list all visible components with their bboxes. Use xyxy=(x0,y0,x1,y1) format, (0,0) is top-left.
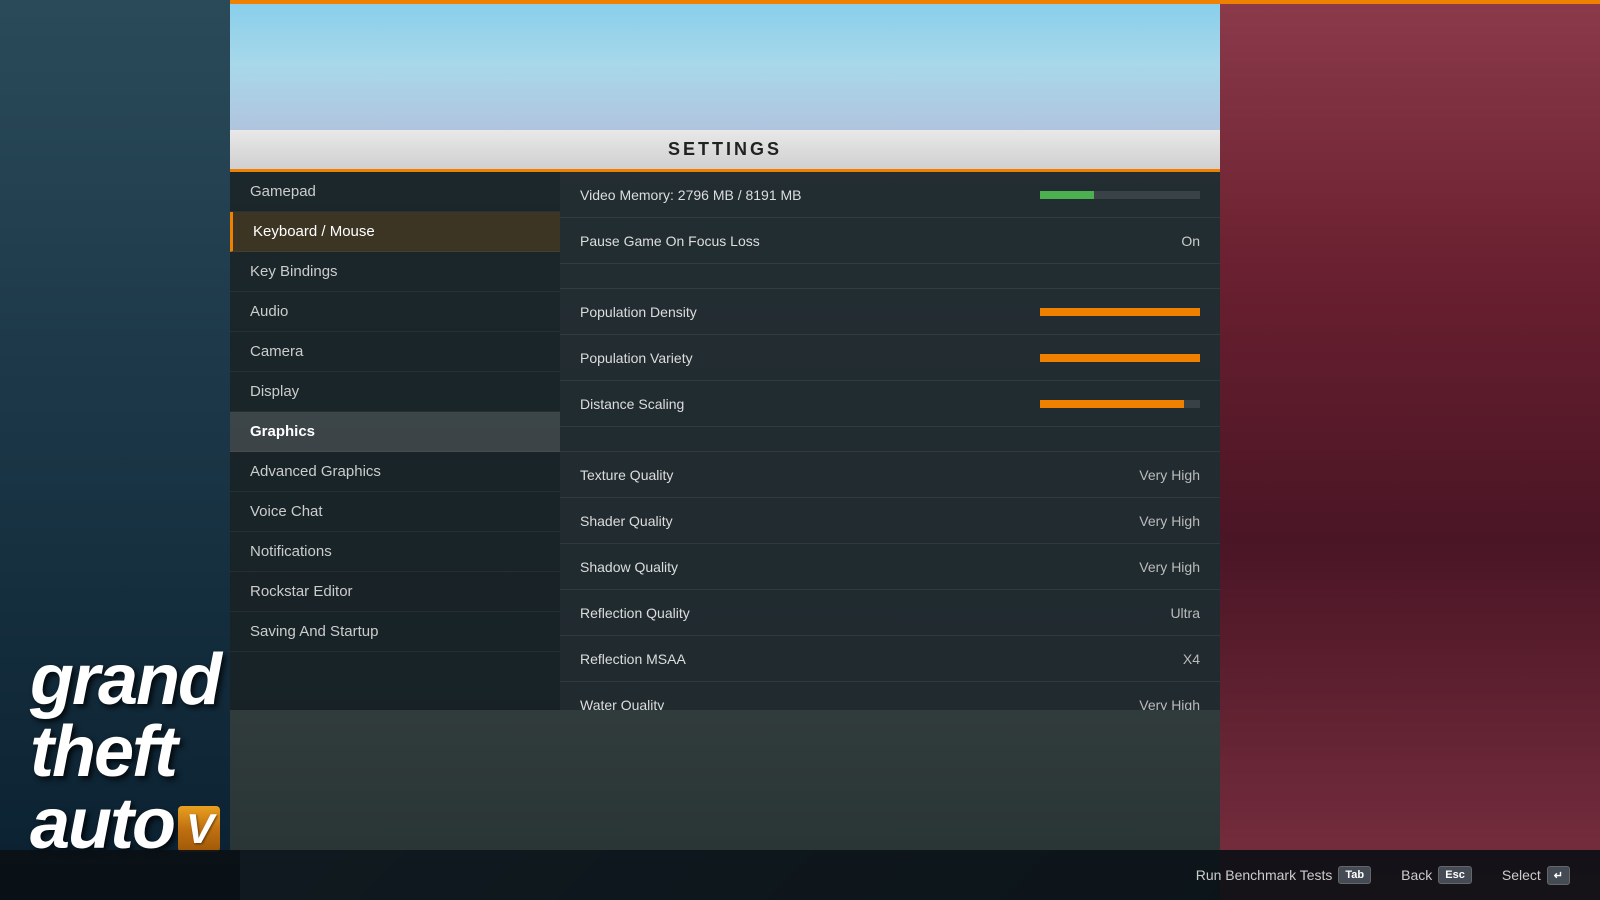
select-action[interactable]: Select ↵ xyxy=(1502,866,1570,885)
video-memory-label: Video Memory: 2796 MB / 8191 MB xyxy=(580,187,802,203)
sidebar-item-rockstar-editor[interactable]: Rockstar Editor xyxy=(230,572,560,612)
population-variety-label: Population Variety xyxy=(580,350,693,366)
content-area: Video Memory: 2796 MB / 8191 MB Pause Ga… xyxy=(560,172,1220,710)
nav-sidebar: Gamepad Keyboard / Mouse Key Bindings Au… xyxy=(230,172,560,710)
sidebar-item-advanced-graphics[interactable]: Advanced Graphics xyxy=(230,452,560,492)
population-density-bar xyxy=(1040,308,1200,316)
sidebar-item-notifications-label: Notifications xyxy=(250,543,332,560)
population-density-label: Population Density xyxy=(580,304,697,320)
back-action[interactable]: Back Esc xyxy=(1401,866,1472,884)
spacer-row xyxy=(560,264,1220,289)
settings-title-bar: SETTINGS xyxy=(230,130,1220,172)
water-quality-value: Very High xyxy=(1139,697,1200,711)
distance-scaling-label: Distance Scaling xyxy=(580,396,684,412)
benchmark-action[interactable]: Run Benchmark Tests Tab xyxy=(1196,866,1371,884)
sidebar-item-key-bindings-label: Key Bindings xyxy=(250,263,338,280)
distance-scaling-fill xyxy=(1040,400,1184,408)
benchmark-label: Run Benchmark Tests xyxy=(1196,867,1333,883)
population-density-fill xyxy=(1040,308,1200,316)
sidebar-item-saving-startup[interactable]: Saving And Startup xyxy=(230,612,560,652)
sidebar-item-gamepad[interactable]: Gamepad xyxy=(230,172,560,212)
shader-quality-value: Very High xyxy=(1139,513,1200,529)
bottom-bar: Run Benchmark Tests Tab Back Esc Select … xyxy=(0,850,1600,900)
pause-game-row[interactable]: Pause Game On Focus Loss On xyxy=(560,218,1220,264)
reflection-msaa-value: X4 xyxy=(1183,651,1200,667)
sidebar-item-keyboard-mouse-label: Keyboard / Mouse xyxy=(253,223,375,240)
shadow-quality-value: Very High xyxy=(1139,559,1200,575)
sidebar-item-audio[interactable]: Audio xyxy=(230,292,560,332)
sidebar-item-notifications[interactable]: Notifications xyxy=(230,532,560,572)
sidebar-item-key-bindings[interactable]: Key Bindings xyxy=(230,252,560,292)
gta-logo: grand theft autoV xyxy=(30,644,220,860)
sidebar-item-voice-chat-label: Voice Chat xyxy=(250,503,323,520)
video-memory-bar xyxy=(1040,191,1200,199)
population-variety-row[interactable]: Population Variety xyxy=(560,335,1220,381)
pause-game-value: On xyxy=(1181,233,1200,249)
sidebar-item-graphics-label: Graphics xyxy=(250,423,315,440)
sidebar-item-gamepad-label: Gamepad xyxy=(250,183,316,200)
orange-accent-bar xyxy=(230,0,1600,4)
select-key: ↵ xyxy=(1547,866,1570,885)
distance-scaling-row[interactable]: Distance Scaling xyxy=(560,381,1220,427)
back-key: Esc xyxy=(1438,866,1472,884)
water-quality-label: Water Quality xyxy=(580,697,664,711)
settings-panel: SETTINGS Gamepad Keyboard / Mouse Key Bi… xyxy=(230,130,1220,710)
reflection-quality-label: Reflection Quality xyxy=(580,605,690,621)
gta-five-badge: V xyxy=(178,806,220,852)
population-variety-bar xyxy=(1040,354,1200,362)
video-memory-fill xyxy=(1040,191,1094,199)
distance-scaling-bar xyxy=(1040,400,1200,408)
shadow-quality-label: Shadow Quality xyxy=(580,559,678,575)
gta-text-theft: theft xyxy=(30,716,220,788)
gta-text-grand: grand xyxy=(30,644,220,716)
shader-quality-label: Shader Quality xyxy=(580,513,673,529)
sidebar-item-camera-label: Camera xyxy=(250,343,303,360)
benchmark-key: Tab xyxy=(1338,866,1371,884)
shader-quality-row[interactable]: Shader Quality Very High xyxy=(560,498,1220,544)
select-label: Select xyxy=(1502,867,1541,883)
sidebar-item-rockstar-editor-label: Rockstar Editor xyxy=(250,583,353,600)
sidebar-item-keyboard-mouse[interactable]: Keyboard / Mouse xyxy=(230,212,560,252)
texture-quality-row[interactable]: Texture Quality Very High xyxy=(560,452,1220,498)
sky-area xyxy=(230,0,1220,130)
spacer-row-2 xyxy=(560,427,1220,452)
sidebar-item-saving-startup-label: Saving And Startup xyxy=(250,623,378,640)
video-memory-row: Video Memory: 2796 MB / 8191 MB xyxy=(560,172,1220,218)
panel-body: Gamepad Keyboard / Mouse Key Bindings Au… xyxy=(230,172,1220,710)
sidebar-item-voice-chat[interactable]: Voice Chat xyxy=(230,492,560,532)
reflection-msaa-label: Reflection MSAA xyxy=(580,651,686,667)
sidebar-item-camera[interactable]: Camera xyxy=(230,332,560,372)
bg-containers-right xyxy=(1220,0,1600,900)
reflection-msaa-row[interactable]: Reflection MSAA X4 xyxy=(560,636,1220,682)
water-quality-row[interactable]: Water Quality Very High xyxy=(560,682,1220,710)
sidebar-item-display[interactable]: Display xyxy=(230,372,560,412)
pause-game-label: Pause Game On Focus Loss xyxy=(580,233,760,249)
sidebar-item-audio-label: Audio xyxy=(250,303,288,320)
sidebar-item-advanced-graphics-label: Advanced Graphics xyxy=(250,463,381,480)
texture-quality-label: Texture Quality xyxy=(580,467,673,483)
reflection-quality-row[interactable]: Reflection Quality Ultra xyxy=(560,590,1220,636)
population-variety-fill xyxy=(1040,354,1200,362)
population-density-row[interactable]: Population Density xyxy=(560,289,1220,335)
back-label: Back xyxy=(1401,867,1432,883)
sidebar-item-graphics[interactable]: Graphics xyxy=(230,412,560,452)
reflection-quality-value: Ultra xyxy=(1170,605,1200,621)
shadow-quality-row[interactable]: Shadow Quality Very High xyxy=(560,544,1220,590)
texture-quality-value: Very High xyxy=(1139,467,1200,483)
settings-title: SETTINGS xyxy=(668,139,782,160)
sidebar-item-display-label: Display xyxy=(250,383,299,400)
